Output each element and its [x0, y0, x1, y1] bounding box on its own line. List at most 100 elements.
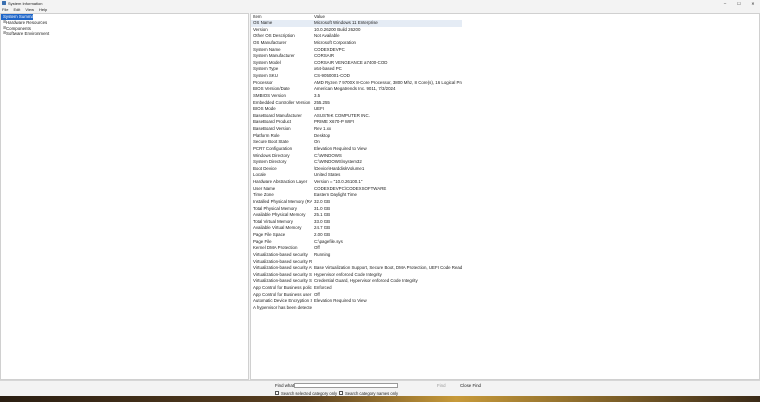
- table-body: OS Name Microsoft Windows 11 Enterprise Ve…: [251, 20, 759, 312]
- table-row[interactable]: Page File Space 2.00 GB: [251, 232, 759, 239]
- table-row[interactable]: Virtualization-based security Running: [251, 252, 759, 259]
- table-row[interactable]: Automatic Device Encryption Su...Elevati…: [251, 298, 759, 305]
- find-input[interactable]: [294, 383, 398, 388]
- table-row[interactable]: BaseBoard Version Rev 1.xx: [251, 126, 759, 133]
- table-row[interactable]: Kernel DMA Protection Off: [251, 245, 759, 252]
- table-row[interactable]: OS Manufacturer Microsoft Corporation: [251, 40, 759, 47]
- row-item: BaseBoard Version: [253, 126, 291, 131]
- table-row[interactable]: PCR7 Configuration Elevation Required to …: [251, 146, 759, 153]
- row-item: System Model: [253, 59, 281, 65]
- row-item: Page File: [253, 238, 272, 244]
- table-row[interactable]: App Control for Business user m...Off: [251, 292, 759, 299]
- table-row[interactable]: System Model CORSAIR VENGEANCE a7400-COD: [251, 60, 759, 67]
- table-row[interactable]: Boot Device \Device\HarddiskVolume1: [251, 166, 759, 173]
- tree-item-label: Software Environment: [6, 31, 50, 37]
- row-value: C:\WINDOWS\system32: [314, 159, 362, 165]
- table-row[interactable]: Secure Boot State On: [251, 139, 759, 146]
- search-names-label: Search category names only: [345, 390, 399, 396]
- find-button[interactable]: Find: [435, 383, 448, 389]
- table-row[interactable]: System SKU CS-9050001-COD: [251, 73, 759, 80]
- row-item: BaseBoard Product: [253, 119, 292, 125]
- menu-edit[interactable]: Edit: [13, 7, 20, 12]
- row-item: Secure Boot State: [253, 139, 289, 145]
- table-row[interactable]: OS Name Microsoft Windows 11 Enterprise: [251, 20, 759, 27]
- search-selected-checkbox[interactable]: [275, 391, 279, 395]
- row-item: Kernel DMA Protection: [253, 245, 298, 251]
- table-row[interactable]: Virtualization-based security Av... Base …: [251, 265, 759, 272]
- table-row[interactable]: Other OS Description Not Available: [251, 33, 759, 40]
- row-value: C:\WINDOWS: [314, 152, 342, 158]
- table-row[interactable]: Virtualization-based security Se... Crede…: [251, 278, 759, 285]
- table-row[interactable]: SMBIOS Version 3.5: [251, 93, 759, 100]
- close-find-button[interactable]: Close Find: [458, 383, 483, 389]
- table-row[interactable]: Hardware Abstraction Layer Version = "10.…: [251, 179, 759, 186]
- table-row[interactable]: Virtualization-based security Se... Hyper…: [251, 272, 759, 279]
- row-value: Elevation Required to View: [314, 145, 367, 151]
- row-value: 32.0 GB: [314, 198, 331, 204]
- row-item: Installed Physical Memory (RAM): [253, 198, 312, 204]
- find-label: Find what:: [275, 383, 296, 388]
- table-row[interactable]: Time Zone Eastern Daylight Time: [251, 192, 759, 199]
- row-item: Windows Directory: [253, 152, 290, 158]
- table-row[interactable]: Version 10.0.26200 Build 26200: [251, 27, 759, 34]
- row-value: CORSAIR: [314, 53, 335, 59]
- row-value: United States: [314, 172, 341, 178]
- row-value: AMD Ryzen 7 9700X 8-Core Processor, 3800…: [314, 79, 462, 85]
- row-item: Available Virtual Memory: [253, 225, 302, 231]
- table-row[interactable]: A hypervisor has been detected...: [251, 305, 759, 312]
- row-value: Off: [314, 291, 320, 297]
- row-item: Virtualization-based security Re...: [253, 258, 312, 264]
- row-item: Page File Space: [253, 232, 286, 237]
- row-value: Base Virtualization Support, Secure Boot…: [314, 265, 462, 271]
- table-row[interactable]: System Name CODEXDEVPC: [251, 47, 759, 54]
- table-row[interactable]: Installed Physical Memory (RAM) 32.0 GB: [251, 199, 759, 206]
- row-value: 33.0 GB: [314, 218, 331, 224]
- row-item: A hypervisor has been detected...: [253, 304, 312, 310]
- row-value: Credential Guard, Hypervisor enforced Co…: [314, 278, 418, 284]
- menu-help[interactable]: Help: [39, 7, 47, 12]
- table-row[interactable]: Embedded Controller Version 255.255: [251, 100, 759, 107]
- table-row[interactable]: BaseBoard Manufacturer ASUSTeK COMPUTER I…: [251, 113, 759, 120]
- row-value: 24.7 GB: [314, 225, 331, 231]
- table-row[interactable]: BIOS Mode UEFI: [251, 106, 759, 113]
- row-value: Elevation Required to View: [314, 298, 367, 304]
- row-item: System Type: [253, 66, 279, 72]
- row-item: System Manufacturer: [253, 53, 295, 59]
- row-item: Processor: [253, 79, 273, 85]
- menu-file[interactable]: File: [2, 7, 8, 12]
- table-row[interactable]: Total Virtual Memory 33.0 GB: [251, 219, 759, 226]
- menu-view[interactable]: View: [25, 7, 34, 12]
- table-row[interactable]: App Control for Business policy Enforced: [251, 285, 759, 292]
- table-row[interactable]: User Name CODEXDEVPC\CODEXSOFTWARE: [251, 186, 759, 193]
- row-item: Embedded Controller Version: [253, 99, 311, 105]
- table-row[interactable]: BIOS Version/Date American Megatrends Inc…: [251, 86, 759, 93]
- search-selected-option[interactable]: Search selected category only: [275, 391, 337, 396]
- table-row[interactable]: Total Physical Memory 31.0 GB: [251, 206, 759, 213]
- search-names-checkbox[interactable]: [339, 391, 343, 395]
- row-value: Rev 1.xx: [314, 126, 332, 131]
- menu-bar: File Edit View Help: [0, 6, 760, 12]
- table-row[interactable]: System Type x64-based PC: [251, 66, 759, 73]
- table-row[interactable]: Page File C:\pagefile.sys: [251, 239, 759, 246]
- table-row[interactable]: Virtualization-based security Re...: [251, 259, 759, 266]
- table-row[interactable]: Processor AMD Ryzen 7 9700X 8-Core Proces…: [251, 80, 759, 87]
- tree-item-software-environment[interactable]: ⊞ Software Environment: [1, 31, 248, 37]
- table-row[interactable]: BaseBoard Product PRIME X670-P WIFI: [251, 119, 759, 126]
- row-value: ASUSTeK COMPUTER INC.: [314, 112, 370, 118]
- system-information-window: System Information – ☐ ✕ File Edit View …: [0, 0, 760, 396]
- row-item: Platform Role: [253, 132, 280, 138]
- table-row[interactable]: Available Virtual Memory 24.7 GB: [251, 225, 759, 232]
- row-value: Off: [314, 245, 320, 251]
- table-row[interactable]: System Manufacturer CORSAIR: [251, 53, 759, 60]
- row-value: CODEXDEVPC: [314, 46, 345, 52]
- table-row[interactable]: System Directory C:\WINDOWS\system32: [251, 159, 759, 166]
- row-item: BIOS Mode: [253, 106, 276, 112]
- row-value: CS-9050001-COD: [314, 73, 350, 78]
- table-row[interactable]: Platform Role Desktop: [251, 133, 759, 140]
- row-value: Microsoft Corporation: [314, 39, 356, 45]
- search-names-option[interactable]: Search category names only: [339, 391, 398, 396]
- table-row[interactable]: Available Physical Memory 25.1 GB: [251, 212, 759, 219]
- table-row[interactable]: Windows Directory C:\WINDOWS: [251, 153, 759, 160]
- table-row[interactable]: Locale United States: [251, 172, 759, 179]
- row-item: Hardware Abstraction Layer: [253, 179, 308, 184]
